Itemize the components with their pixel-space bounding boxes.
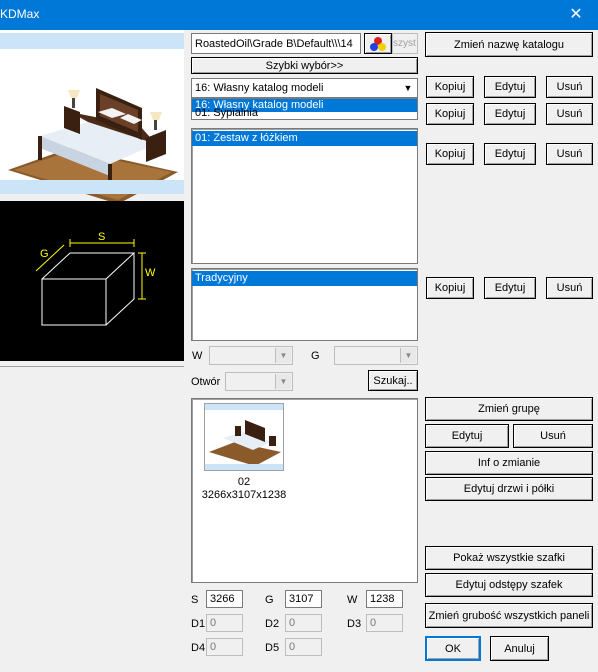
thumbnail-name: 02 xyxy=(237,476,251,488)
dim-d3-field[interactable]: 0 xyxy=(366,614,403,632)
dim-g-label: G xyxy=(265,594,274,606)
quick-select-button[interactable]: Szybki wybór>> xyxy=(191,57,418,74)
dim-s-label: S xyxy=(191,594,199,606)
dim-d2-label: D2 xyxy=(265,618,280,630)
color-palette-button[interactable] xyxy=(364,33,392,54)
close-icon[interactable]: ✕ xyxy=(554,0,598,30)
model-copy-button[interactable]: Kopiuj xyxy=(426,143,474,165)
show-all-cabinets-button[interactable]: Pokaż wszystkie szafki xyxy=(425,546,593,570)
catalog-delete-button[interactable]: Usuń xyxy=(546,76,593,98)
catalog-edit-button[interactable]: Edytuj xyxy=(484,76,536,98)
bed-thumbnail-image xyxy=(209,420,281,466)
group-delete-button[interactable]: Usuń xyxy=(546,103,593,125)
dimension-diagram: S G W xyxy=(0,201,184,361)
diagram-label-s: S xyxy=(98,231,106,243)
filter-g-label: G xyxy=(311,350,320,362)
catalog-path-field[interactable]: RoastedOil\Grade B\Default\\\14 xyxy=(191,33,361,54)
thumbnail-panel[interactable]: 02 3266x3107x1238 xyxy=(191,398,418,583)
left-divider xyxy=(0,366,184,367)
filter-otwor-combo[interactable]: ▼ xyxy=(225,372,293,391)
edit-cabinet-gaps-button[interactable]: Edytuj odstępy szafek xyxy=(425,573,593,597)
filter-w-label: W xyxy=(192,350,203,362)
dim-d3-label: D3 xyxy=(347,618,362,630)
dim-d2-field[interactable]: 0 xyxy=(285,614,322,632)
search-button[interactable]: Szukaj.. xyxy=(368,370,418,391)
dim-d4-label: D4 xyxy=(191,642,206,654)
catalog-combo-value: 16: Własny katalog modeli xyxy=(195,82,324,94)
change-panel-thickness-button[interactable]: Zmień grubość wszystkich paneli xyxy=(425,603,593,628)
dim-s-field[interactable]: 3266 xyxy=(206,590,243,608)
diagram-label-g: G xyxy=(40,248,49,260)
catalog-dropdown-list: 16: Własny katalog modeli 01: Sypialnia xyxy=(191,98,418,120)
model-edit-button[interactable]: Edytuj xyxy=(484,143,536,165)
catalog-path-text: RoastedOil\Grade B\Default\\\14 xyxy=(195,37,353,50)
group-edit-button[interactable]: Edytuj xyxy=(484,103,536,125)
dim-w-label: W xyxy=(347,594,358,606)
group-copy-button[interactable]: Kopiuj xyxy=(426,103,474,125)
chevron-down-icon[interactable]: ▼ xyxy=(275,348,291,363)
catalog-combo[interactable]: 16: Własny katalog modeli ▼ xyxy=(191,78,418,98)
rename-catalog-button[interactable]: Zmień nazwę katalogu xyxy=(425,32,593,57)
chevron-down-icon[interactable]: ▼ xyxy=(400,80,416,96)
dim-d5-label: D5 xyxy=(265,642,280,654)
thumbnail-band xyxy=(205,404,283,410)
thumbnail-size: 3266x3107x1238 xyxy=(201,489,287,501)
model-list[interactable]: 01: Zestaw z łóżkiem xyxy=(191,128,418,264)
edit-doors-shelves-button[interactable]: Edytuj drzwi i półki xyxy=(425,477,593,501)
style-list[interactable]: Tradycyjny xyxy=(191,268,418,341)
filter-otwor-label: Otwór xyxy=(191,376,221,388)
chevron-down-icon[interactable]: ▼ xyxy=(400,348,416,363)
change-group-button[interactable]: Zmień grupę xyxy=(425,397,593,421)
ok-button[interactable]: OK xyxy=(425,636,481,661)
diagram-label-w: W xyxy=(145,267,156,279)
chevron-down-icon[interactable]: ▼ xyxy=(275,374,291,389)
path-side-label: szyst xyxy=(392,33,418,54)
filter-w-combo[interactable]: ▼ xyxy=(209,346,293,365)
dim-d5-field[interactable]: 0 xyxy=(285,638,322,656)
info-change-button[interactable]: Inf o zmianie xyxy=(425,451,593,475)
dim-g-field[interactable]: 3107 xyxy=(285,590,322,608)
style-copy-button[interactable]: Kopiuj xyxy=(426,277,474,299)
preview-top-band xyxy=(0,33,184,49)
preview-bottom-band xyxy=(0,180,184,194)
list-item[interactable]: Tradycyjny xyxy=(192,271,417,286)
preview-panel xyxy=(0,30,184,204)
dim-d1-label: D1 xyxy=(191,618,206,630)
style-edit-button[interactable]: Edytuj xyxy=(484,277,536,299)
model-delete-button[interactable]: Usuń xyxy=(546,143,593,165)
style-delete-button[interactable]: Usuń xyxy=(546,277,593,299)
title-bar: KDMax ✕ xyxy=(0,0,598,30)
list-item[interactable]: 01: Zestaw z łóżkiem xyxy=(192,131,417,146)
catalog-copy-button[interactable]: Kopiuj xyxy=(426,76,474,98)
color-palette-icon xyxy=(370,36,386,51)
thumbnail-tile[interactable] xyxy=(204,403,284,471)
delete-button[interactable]: Usuń xyxy=(513,424,593,448)
thumbnail-band-bottom xyxy=(205,464,283,470)
cancel-button[interactable]: Anuluj xyxy=(490,636,549,661)
dim-d1-field[interactable]: 0 xyxy=(206,614,243,632)
window-title: KDMax xyxy=(0,7,40,21)
filter-g-combo[interactable]: ▼ xyxy=(334,346,418,365)
dim-w-field[interactable]: 1238 xyxy=(366,590,403,608)
dim-d4-field[interactable]: 0 xyxy=(206,638,243,656)
edit-button[interactable]: Edytuj xyxy=(425,424,509,448)
